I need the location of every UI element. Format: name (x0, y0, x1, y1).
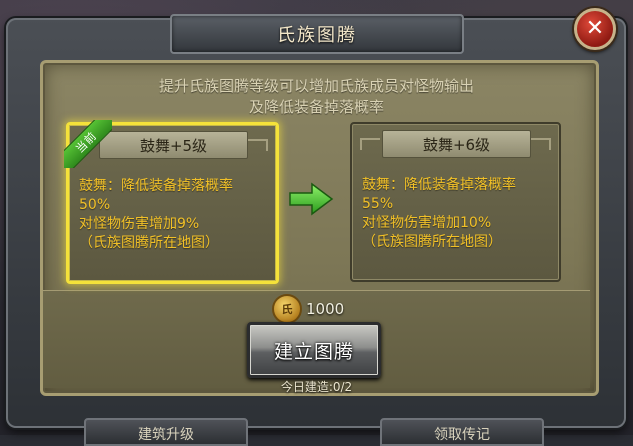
dialog-title-bar: 氏族图腾 (170, 14, 464, 54)
description-line-1: 提升氏族图腾等级可以增加氏族成员对怪物输出 (158, 77, 474, 95)
next-level-header: 鼓舞+6级 (382, 130, 531, 158)
building-upgrade-tab[interactable]: 建筑升级 (84, 418, 248, 446)
next-damage-line: 对怪物伤害增加10% (362, 215, 492, 231)
current-badge: 当前 (64, 120, 112, 168)
current-badge-label: 当前 (73, 129, 100, 156)
card-ornament-right (248, 139, 268, 151)
current-level-body: 鼓舞：降低装备掉落概率 50% 对怪物伤害增加9% （氏族图腾所在地图） (79, 177, 269, 253)
next-effect-percent: 55% (362, 196, 394, 212)
next-level-body: 鼓舞：降低装备掉落概率 55% 对怪物伤害增加10% （氏族图腾所在地图） (362, 176, 552, 252)
current-effect-percent: 50% (79, 197, 111, 213)
claim-chronicle-label: 领取传记 (434, 427, 490, 443)
description-line-2: 及降低装备掉落概率 (248, 98, 384, 116)
next-level-card: 鼓舞+6级 鼓舞：降低装备掉落概率 55% 对怪物伤害增加10% （氏族图腾所在… (350, 122, 561, 282)
building-upgrade-label: 建筑升级 (138, 427, 194, 443)
daily-build-count: 今日建造:0/2 (280, 380, 353, 394)
card-ornament-left (360, 138, 380, 150)
arrow-right-icon (289, 182, 334, 216)
card-ornament-right (531, 138, 551, 150)
clan-coin-icon: 氏 (272, 294, 302, 324)
next-map-note: （氏族图腾所在地图） (362, 234, 502, 250)
close-button[interactable]: ✕ (574, 8, 616, 50)
coin-glyph: 氏 (281, 303, 293, 316)
current-map-note: （氏族图腾所在地图） (79, 235, 219, 251)
current-level-title: 鼓舞+5级 (139, 136, 208, 155)
close-icon: ✕ (585, 16, 605, 41)
build-cost: 氏 1000 (272, 294, 345, 324)
description-text: 提升氏族图腾等级可以增加氏族成员对怪物输出 及降低装备掉落概率 (60, 76, 573, 118)
current-level-header: 鼓舞+5级 (99, 131, 248, 159)
current-damage-line: 对怪物伤害增加9% (79, 216, 200, 232)
dialog-title: 氏族图腾 (277, 25, 357, 46)
build-totem-button[interactable]: 建立图腾 (247, 322, 381, 378)
cost-amount: 1000 (306, 300, 345, 318)
claim-chronicle-tab[interactable]: 领取传记 (380, 418, 544, 446)
next-effect-line: 鼓舞：降低装备掉落概率 (362, 177, 516, 193)
current-effect-line: 鼓舞：降低装备掉落概率 (79, 178, 233, 194)
build-totem-label: 建立图腾 (273, 340, 354, 363)
next-level-title: 鼓舞+6级 (422, 135, 491, 154)
